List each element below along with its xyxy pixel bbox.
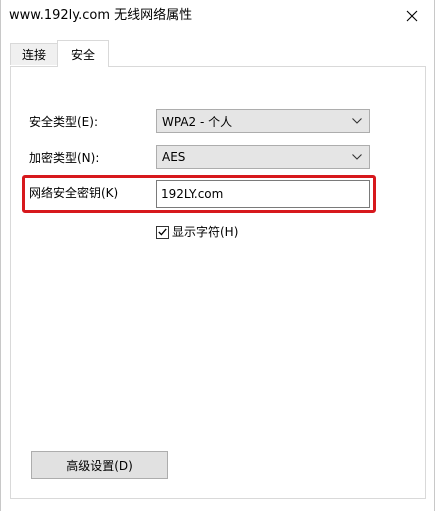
title-bar: www.192ly.com 无线网络属性: [1, 0, 434, 32]
show-characters-row[interactable]: 显示字符(H): [156, 225, 238, 239]
show-characters-checkbox[interactable]: [156, 225, 169, 239]
security-type-label: 安全类型(E):: [29, 115, 98, 129]
advanced-settings-label: 高级设置(D): [66, 458, 133, 473]
advanced-settings-button[interactable]: 高级设置(D): [31, 451, 168, 479]
wireless-properties-window: www.192ly.com 无线网络属性 连接 安全 安全类型(E): WPA2…: [0, 0, 435, 511]
security-type-value: WPA2 - 个人: [162, 114, 233, 129]
encryption-type-label: 加密类型(N):: [29, 151, 100, 165]
checkmark-icon: [158, 228, 167, 236]
tab-security-label: 安全: [70, 47, 95, 62]
tab-connection[interactable]: 连接: [10, 43, 58, 65]
close-button[interactable]: [390, 0, 434, 32]
encryption-type-select[interactable]: AES: [156, 145, 370, 169]
show-characters-label: 显示字符(H): [172, 225, 239, 239]
tab-connection-label: 连接: [21, 48, 46, 62]
tab-security[interactable]: 安全: [57, 40, 109, 67]
close-icon: [406, 10, 418, 22]
chevron-down-icon: [352, 118, 362, 124]
window-title: www.192ly.com 无线网络属性: [9, 8, 193, 23]
chevron-down-icon: [352, 154, 362, 160]
security-tab-panel: 安全类型(E): WPA2 - 个人 加密类型(N): AES 网络安全密钥(K…: [10, 66, 426, 499]
security-type-select[interactable]: WPA2 - 个人: [156, 109, 370, 133]
network-key-label: 网络安全密钥(K): [29, 186, 119, 200]
encryption-type-value: AES: [162, 150, 186, 164]
network-key-input[interactable]: [156, 180, 370, 208]
